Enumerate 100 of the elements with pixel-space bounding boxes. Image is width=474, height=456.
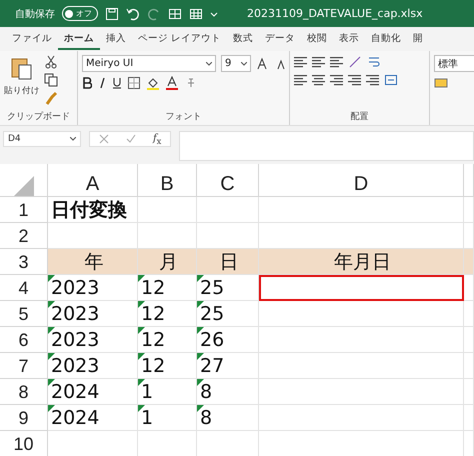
row-header[interactable]: 9 <box>0 405 48 431</box>
orientation-icon[interactable] <box>348 55 362 69</box>
align-bottom-icon[interactable] <box>330 56 343 68</box>
table-cell[interactable]: 2023 <box>48 353 138 379</box>
ribbon-tab[interactable]: 校閲 <box>301 28 334 50</box>
table-cell[interactable]: 12 <box>138 353 197 379</box>
column-header[interactable]: C <box>197 164 259 197</box>
table-cell[interactable]: 12 <box>138 275 197 301</box>
table-cell[interactable] <box>464 379 474 405</box>
merge-cells-icon[interactable] <box>384 73 398 87</box>
cancel-icon[interactable] <box>98 134 109 144</box>
table-cell[interactable]: 2023 <box>48 301 138 327</box>
table-cell[interactable] <box>197 197 259 223</box>
column-header[interactable]: D <box>259 164 464 197</box>
table-cell[interactable]: 日付変換 <box>48 197 138 223</box>
ribbon-tab[interactable]: 挿入 <box>100 28 132 50</box>
table-cell[interactable] <box>259 197 464 223</box>
paste-label[interactable]: 貼り付け <box>4 85 40 97</box>
underline-icon[interactable] <box>112 76 122 90</box>
bold-icon[interactable] <box>82 76 92 90</box>
table-cell[interactable]: 27 <box>197 353 259 379</box>
table-cell[interactable]: 1 <box>138 405 197 431</box>
table-cell[interactable]: 1 <box>138 379 197 405</box>
column-header[interactable]: A <box>48 164 138 197</box>
copy-icon[interactable] <box>44 73 58 87</box>
table-cell[interactable]: 8 <box>197 405 259 431</box>
font-name-field[interactable]: Meiryo UI <box>82 55 216 72</box>
autosave-toggle[interactable]: オフ <box>62 6 98 21</box>
row-header[interactable]: 4 <box>0 275 48 301</box>
borders-icon[interactable] <box>127 76 141 90</box>
table-cell[interactable]: 2023 <box>48 275 138 301</box>
ribbon-tab[interactable]: 開 <box>407 28 430 50</box>
font-color-icon[interactable] <box>165 76 179 90</box>
table-cell[interactable] <box>259 301 464 327</box>
table-cell[interactable]: 年月日 <box>259 249 464 275</box>
table-cell[interactable] <box>259 379 464 405</box>
table-cell[interactable] <box>464 353 474 379</box>
align-right-icon[interactable] <box>330 74 343 86</box>
table-cell[interactable] <box>138 223 197 249</box>
table-cell[interactable] <box>464 197 474 223</box>
ribbon-tab[interactable]: データ <box>259 28 302 50</box>
enter-icon[interactable] <box>126 134 136 144</box>
table-cell[interactable] <box>259 353 464 379</box>
table-cell[interactable] <box>138 197 197 223</box>
ribbon-tab[interactable]: 自動化 <box>365 28 408 50</box>
table-cell[interactable]: 12 <box>138 327 197 353</box>
ribbon-tab[interactable]: ページ レイアウト <box>132 28 228 50</box>
file-name[interactable]: 20231109_DATEVALUE_cap.xlsx <box>247 7 423 20</box>
table-cell[interactable]: 26 <box>197 327 259 353</box>
row-header[interactable]: 2 <box>0 223 48 249</box>
table-cell[interactable]: 2024 <box>48 405 138 431</box>
table-cell[interactable] <box>464 249 474 275</box>
align-center-icon[interactable] <box>312 74 325 86</box>
name-box[interactable]: D4 <box>3 131 81 147</box>
table-cell[interactable]: 2024 <box>48 379 138 405</box>
number-format-field[interactable]: 標準 <box>434 55 474 72</box>
table-cell[interactable] <box>464 275 474 301</box>
increase-indent-icon[interactable] <box>366 74 379 86</box>
table-cell[interactable]: 日 <box>197 249 259 275</box>
ribbon-tab[interactable]: 表示 <box>333 28 366 50</box>
fill-color-icon[interactable] <box>146 76 160 90</box>
table-cell[interactable]: 2023 <box>48 327 138 353</box>
align-left-icon[interactable] <box>294 74 307 86</box>
table-cell[interactable] <box>259 275 464 301</box>
table-icon[interactable] <box>189 6 203 20</box>
insert-function-button[interactable]: f$_{x}$ <box>152 132 162 146</box>
table-cell[interactable] <box>48 223 138 249</box>
table-cell[interactable] <box>259 405 464 431</box>
row-header[interactable]: 3 <box>0 249 48 275</box>
formula-input[interactable] <box>179 131 474 161</box>
align-top-icon[interactable] <box>294 56 307 68</box>
save-icon[interactable] <box>105 6 119 20</box>
decrease-indent-icon[interactable] <box>348 74 361 86</box>
redo-icon[interactable] <box>147 6 161 20</box>
wrap-text-icon[interactable] <box>367 55 381 69</box>
column-header[interactable] <box>464 164 474 197</box>
table-cell[interactable]: 8 <box>197 379 259 405</box>
table-icon[interactable] <box>168 6 182 20</box>
ribbon-tab[interactable]: ファイル <box>6 28 58 50</box>
table-cell[interactable] <box>464 405 474 431</box>
column-header[interactable]: B <box>138 164 197 197</box>
table-cell[interactable]: 月 <box>138 249 197 275</box>
table-cell[interactable]: 12 <box>138 301 197 327</box>
table-cell[interactable] <box>464 223 474 249</box>
undo-icon[interactable] <box>126 6 140 20</box>
table-cell[interactable] <box>464 301 474 327</box>
row-header[interactable]: 6 <box>0 327 48 353</box>
table-cell[interactable]: 年 <box>48 249 138 275</box>
row-header[interactable]: 7 <box>0 353 48 379</box>
table-cell[interactable]: 25 <box>197 301 259 327</box>
table-cell[interactable] <box>464 327 474 353</box>
table-cell[interactable] <box>259 327 464 353</box>
font-size-field[interactable]: 9 <box>221 55 251 72</box>
row-header[interactable]: 5 <box>0 301 48 327</box>
table-cell[interactable]: 25 <box>197 275 259 301</box>
table-cell[interactable] <box>197 223 259 249</box>
table-cell[interactable] <box>259 223 464 249</box>
row-header[interactable]: 1 <box>0 197 48 223</box>
customize-icon[interactable] <box>210 10 218 18</box>
row-header[interactable]: 8 <box>0 379 48 405</box>
